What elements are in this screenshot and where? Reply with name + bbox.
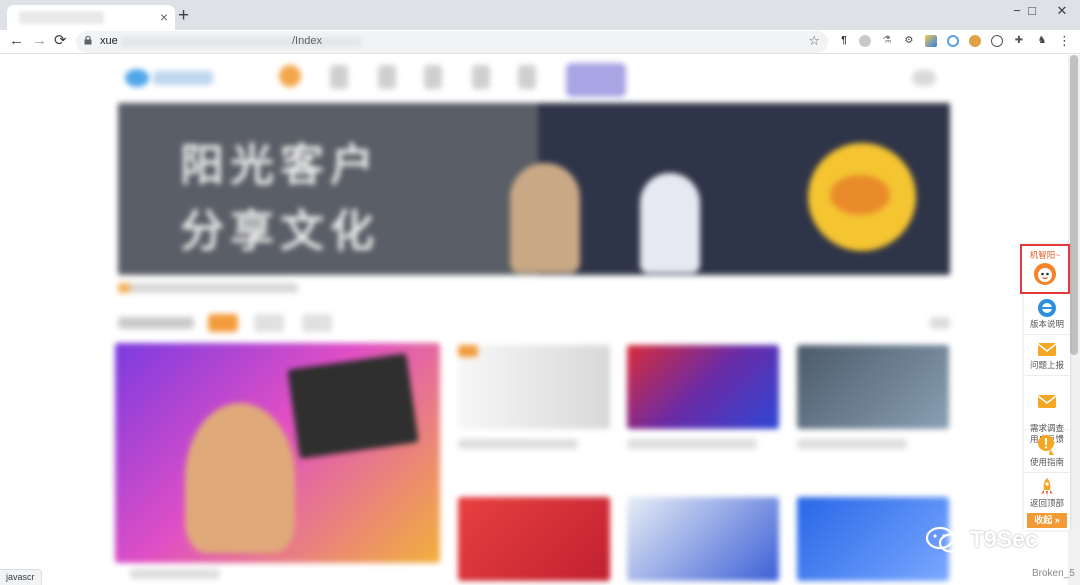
wechat-logo-icon xyxy=(925,526,964,553)
floating-help-bar: 机智阳~ 版本说明 问题上报 需求调查 用户反馈 xyxy=(1020,244,1070,530)
circle-icon[interactable] xyxy=(859,35,871,47)
nav-item[interactable] xyxy=(472,65,490,89)
course-card[interactable] xyxy=(627,345,779,429)
course-card[interactable] xyxy=(458,497,610,581)
tab-title xyxy=(19,11,104,24)
lock-icon xyxy=(84,36,92,45)
forward-button[interactable]: → xyxy=(32,32,47,50)
category-tab-active[interactable] xyxy=(208,314,238,332)
card-caption xyxy=(130,569,220,579)
feedback-button[interactable]: 需求调查 用户反馈 xyxy=(1024,377,1070,444)
card-caption xyxy=(458,439,578,449)
card-character xyxy=(185,403,295,553)
site-logo[interactable] xyxy=(125,67,215,89)
nav-item[interactable] xyxy=(330,65,348,89)
version-notes-label: 版本说明 xyxy=(1029,319,1064,329)
report-issue-label: 问题上报 xyxy=(1029,360,1064,370)
puzzle-icon[interactable]: ✚ xyxy=(1013,35,1025,47)
notice-icon xyxy=(118,283,130,293)
watermark: T9Sec xyxy=(925,526,1038,556)
course-card[interactable] xyxy=(458,345,610,429)
envelope-icon xyxy=(1037,395,1057,408)
info-hand-icon xyxy=(1038,435,1054,455)
url-host: xue xyxy=(100,35,118,47)
watermark-text: T9Sec xyxy=(970,526,1038,552)
puzzle-color-icon[interactable] xyxy=(925,35,937,47)
logo-mark xyxy=(125,69,149,87)
flask-icon[interactable]: ⚗ xyxy=(881,35,893,47)
status-url: javascr xyxy=(0,569,42,585)
scrollbar-thumb[interactable] xyxy=(1070,55,1078,355)
course-card[interactable] xyxy=(797,345,949,429)
bookmark-star-icon[interactable]: ☆ xyxy=(808,33,820,49)
nav-item[interactable] xyxy=(518,65,536,89)
face-icon[interactable] xyxy=(991,35,1003,47)
menu-icon[interactable]: ⋮ xyxy=(1058,34,1071,47)
promo-badge[interactable] xyxy=(566,63,626,97)
blurred-page-content: 阳光客户 分享文化 xyxy=(0,55,1068,585)
version-notes-button[interactable]: 版本说明 xyxy=(1024,295,1070,335)
illustration-character xyxy=(510,163,580,273)
back-to-top-label: 返回顶部 xyxy=(1029,498,1064,508)
category-tab[interactable] xyxy=(254,314,284,332)
browser-tab[interactable]: × xyxy=(7,5,175,30)
illustration-character xyxy=(640,173,700,273)
nav-item[interactable] xyxy=(424,65,442,89)
sun-mascot-face xyxy=(830,175,890,215)
cookie-icon[interactable] xyxy=(969,35,981,47)
more-button[interactable] xyxy=(930,317,950,329)
back-button[interactable]: ← xyxy=(9,32,24,50)
close-tab-icon[interactable]: × xyxy=(160,9,168,25)
sun-mascot-icon xyxy=(1034,263,1056,285)
card-badge xyxy=(458,345,478,357)
user-guide-label: 使用指南 xyxy=(1029,457,1064,467)
envelope-icon xyxy=(1037,343,1057,356)
user-icon[interactable]: ♞ xyxy=(1036,35,1048,47)
pilcrow-icon[interactable]: ¶ xyxy=(838,35,850,47)
tab-strip: × + − □ ✕ xyxy=(0,0,1080,30)
user-guide-button[interactable]: 使用指南 xyxy=(1024,431,1070,473)
gear-icon[interactable]: ⚙ xyxy=(903,35,915,47)
category-tab[interactable] xyxy=(302,314,332,332)
card-caption xyxy=(797,439,907,449)
back-to-top-button[interactable]: 返回顶部 xyxy=(1024,474,1070,514)
assistant-label: 机智阳~ xyxy=(1029,250,1061,260)
status-text: Broken_5 xyxy=(1032,568,1075,579)
nav-item[interactable] xyxy=(378,65,396,89)
reload-button[interactable]: ⟳ xyxy=(54,32,67,50)
rocket-icon xyxy=(1041,478,1053,496)
notice-bar[interactable] xyxy=(118,283,298,293)
featured-course-card[interactable] xyxy=(115,343,440,563)
url-path: /Index xyxy=(292,35,322,47)
card-caption xyxy=(627,439,757,449)
report-issue-button[interactable]: 问题上报 xyxy=(1024,336,1070,376)
section-title xyxy=(118,317,194,329)
maximize-button[interactable]: □ xyxy=(1018,2,1046,20)
card-blackboard xyxy=(287,353,419,459)
ring-icon[interactable] xyxy=(947,35,959,47)
assistant-button[interactable]: 机智阳~ xyxy=(1020,244,1070,294)
logo-text xyxy=(153,71,213,85)
course-card[interactable] xyxy=(627,497,779,581)
banner-illustration xyxy=(118,103,950,275)
url-redacted xyxy=(121,37,361,47)
page-viewport: 阳光客户 分享文化 xyxy=(0,55,1068,585)
close-window-button[interactable]: ✕ xyxy=(1048,2,1076,20)
ie-logo-icon xyxy=(1038,299,1056,317)
browser-toolbar: ← → ⟳ xue /Index ☆ ¶ ⚗ ⚙ ✚ ♞ ⋮ xyxy=(0,30,1080,54)
user-avatar[interactable] xyxy=(912,70,936,86)
nav-item-home[interactable] xyxy=(279,65,301,87)
address-bar[interactable]: xue /Index ☆ xyxy=(76,31,828,53)
new-tab-button[interactable]: + xyxy=(178,6,189,25)
